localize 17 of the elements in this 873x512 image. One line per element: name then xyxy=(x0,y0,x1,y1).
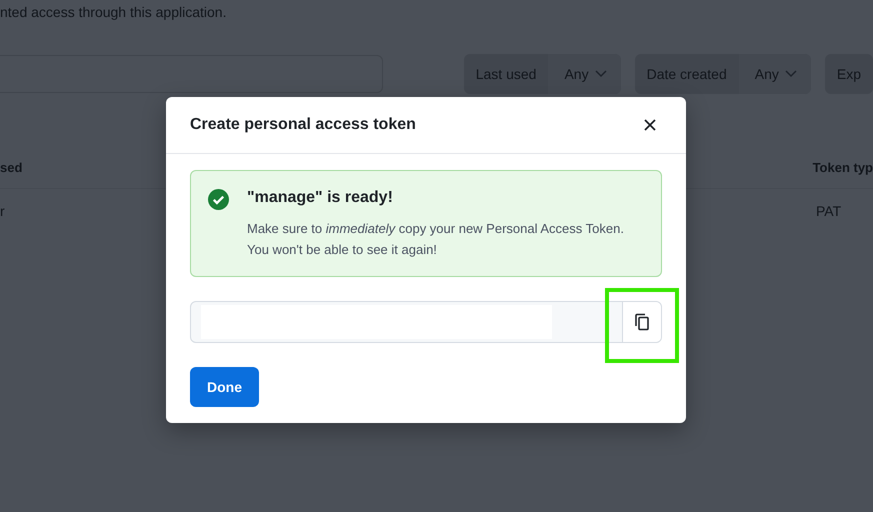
table-cell-text: r xyxy=(0,203,6,219)
dialog-title: Create personal access token xyxy=(190,116,416,134)
alert-message: You won't be able to see it again! xyxy=(247,241,438,259)
description-text: nted access through this application. xyxy=(0,3,228,22)
token-field[interactable] xyxy=(190,301,662,343)
chevron-down-icon xyxy=(784,70,797,78)
copy-button[interactable] xyxy=(622,302,661,342)
table-cell: PAT xyxy=(816,203,842,219)
done-button[interactable]: Done xyxy=(190,367,259,407)
check-circle-icon xyxy=(208,189,229,210)
column-header: Token typ xyxy=(812,160,873,174)
alert-title: "manage" is ready! xyxy=(247,189,394,207)
close-icon xyxy=(644,119,656,131)
copy-icon xyxy=(634,313,650,331)
alert-message: Make sure to immediately copy your new Personal Access Token. xyxy=(247,220,624,238)
chevron-down-icon xyxy=(594,70,607,78)
column-header: sed xyxy=(0,160,24,174)
